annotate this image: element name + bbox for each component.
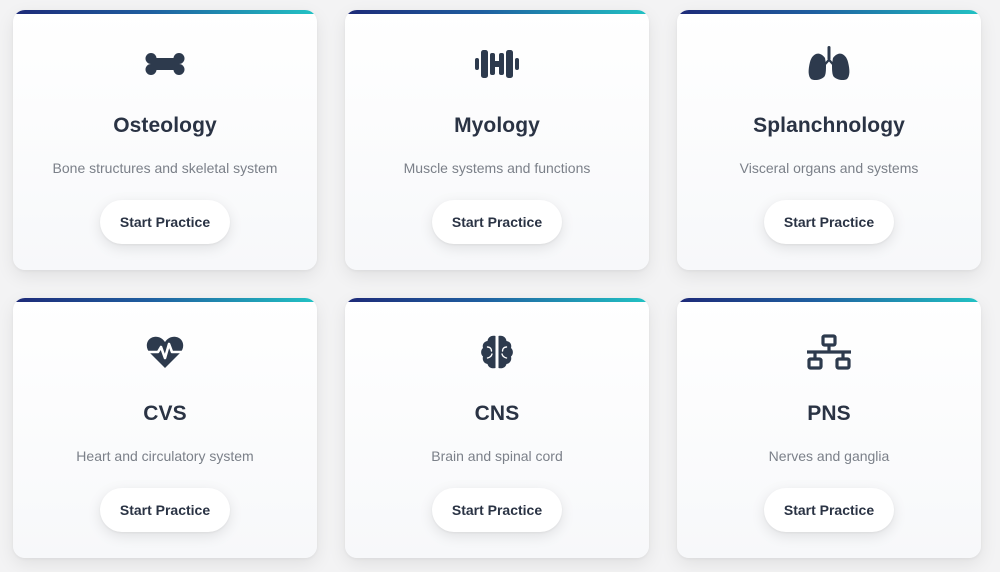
start-practice-button[interactable]: Start Practice [432, 200, 562, 244]
card-title: CVS [143, 402, 187, 425]
lungs-icon [806, 44, 852, 84]
network-icon [806, 332, 852, 372]
card-title: Myology [454, 114, 540, 137]
bone-icon [142, 44, 188, 84]
start-practice-button[interactable]: Start Practice [100, 200, 230, 244]
card-title: Splanchnology [753, 114, 905, 137]
start-practice-button[interactable]: Start Practice [100, 488, 230, 532]
card-title: PNS [807, 402, 851, 425]
start-practice-button[interactable]: Start Practice [764, 488, 894, 532]
card-splanchnology: Splanchnology Visceral organs and system… [677, 10, 981, 270]
card-description: Brain and spinal cord [431, 448, 563, 464]
card-description: Nerves and ganglia [768, 448, 890, 464]
brain-icon [474, 332, 520, 372]
card-description: Muscle systems and functions [403, 160, 591, 176]
dumbbell-icon [474, 44, 520, 84]
card-title: CNS [474, 402, 520, 425]
start-practice-button[interactable]: Start Practice [764, 200, 894, 244]
card-description: Visceral organs and systems [739, 160, 919, 176]
card-cns: CNS Brain and spinal cord Start Practice [345, 298, 649, 558]
card-myology: Myology Muscle systems and functions Sta… [345, 10, 649, 270]
card-pns: PNS Nerves and ganglia Start Practice [677, 298, 981, 558]
card-description: Bone structures and skeletal system [52, 160, 278, 176]
start-practice-button[interactable]: Start Practice [432, 488, 562, 532]
card-cvs: CVS Heart and circulatory system Start P… [13, 298, 317, 558]
card-description: Heart and circulatory system [76, 448, 254, 464]
card-osteology: Osteology Bone structures and skeletal s… [13, 10, 317, 270]
card-title: Osteology [113, 114, 217, 137]
practice-card-grid: Osteology Bone structures and skeletal s… [0, 0, 1000, 572]
heart-pulse-icon [142, 332, 188, 372]
